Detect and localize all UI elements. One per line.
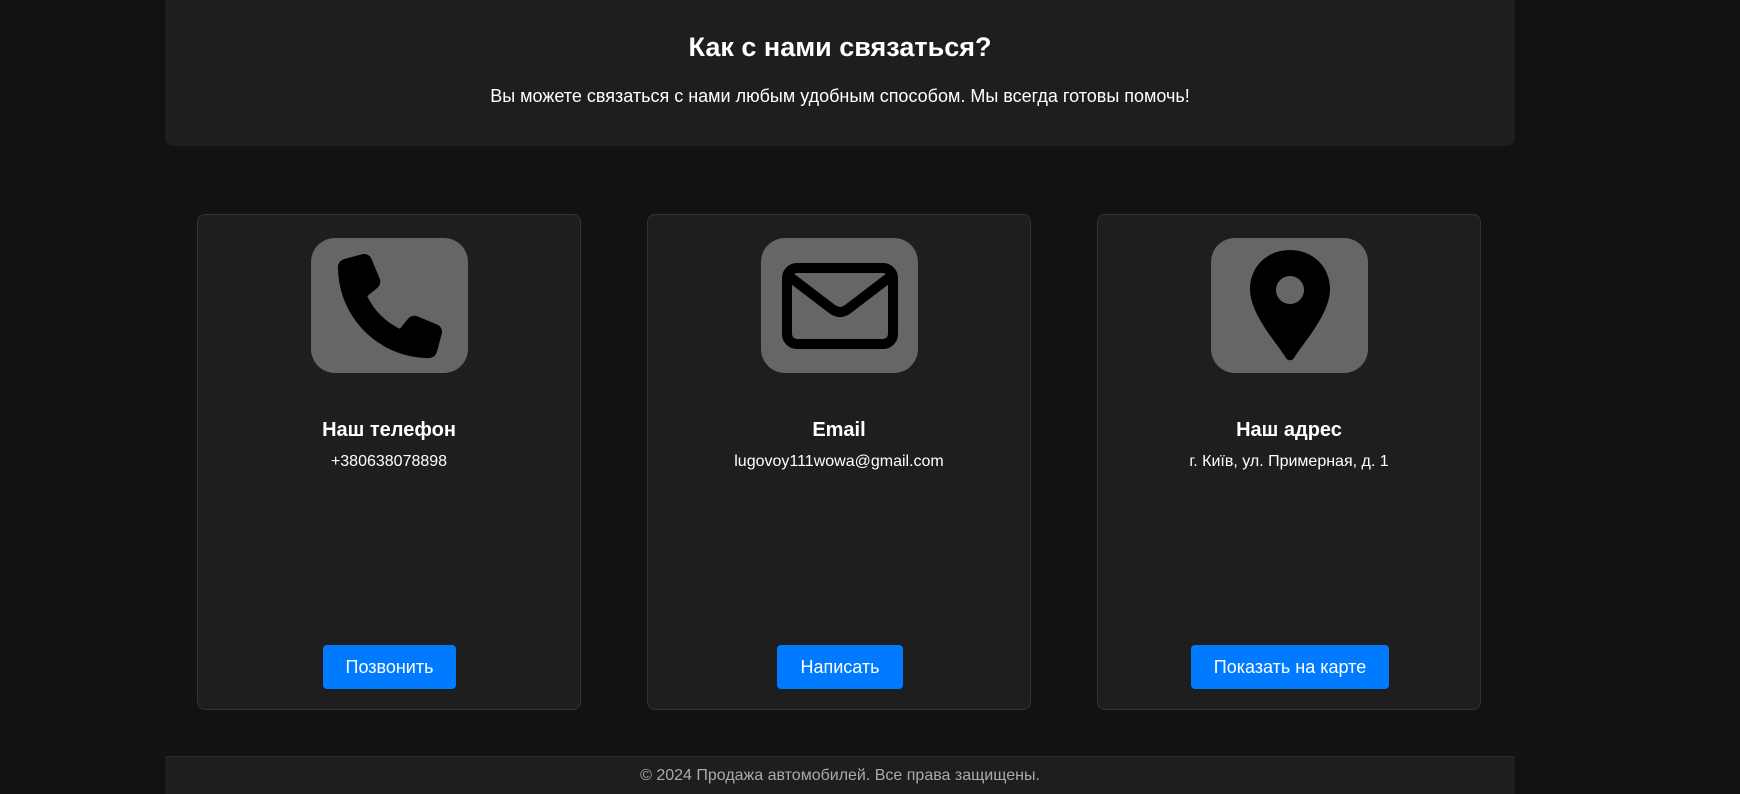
phone-icon-tile bbox=[311, 238, 468, 373]
email-card: Email lugovoy111wowa@gmail.com Написать bbox=[647, 214, 1031, 710]
show-on-map-button[interactable]: Показать на карте bbox=[1191, 645, 1389, 689]
page-container: Как с нами связаться? Вы можете связатьс… bbox=[165, 0, 1515, 794]
map-pin-icon bbox=[1249, 249, 1330, 360]
phone-card-title: Наш телефон bbox=[322, 419, 456, 441]
email-address: lugovoy111wowa@gmail.com bbox=[734, 453, 944, 470]
contact-header: Как с нами связаться? Вы можете связатьс… bbox=[165, 0, 1515, 146]
call-button[interactable]: Позвонить bbox=[323, 645, 456, 689]
phone-icon bbox=[337, 253, 442, 358]
address-icon-tile bbox=[1211, 238, 1368, 373]
envelope-icon bbox=[781, 262, 898, 349]
address-card-title: Наш адрес bbox=[1236, 419, 1342, 441]
phone-card: Наш телефон +380638078898 Позвонить bbox=[197, 214, 581, 710]
page-title: Как с нами связаться? bbox=[688, 32, 992, 62]
page-subtitle: Вы можете связаться с нами любым удобным… bbox=[490, 86, 1190, 106]
street-address: г. Київ, ул. Примерная, д. 1 bbox=[1189, 453, 1389, 470]
address-card: Наш адрес г. Київ, ул. Примерная, д. 1 П… bbox=[1097, 214, 1481, 710]
email-icon-tile bbox=[761, 238, 918, 373]
email-card-title: Email bbox=[812, 419, 866, 441]
write-email-button[interactable]: Написать bbox=[777, 645, 903, 689]
footer: © 2024 Продажа автомобилей. Все права за… bbox=[165, 756, 1515, 794]
phone-number: +380638078898 bbox=[330, 453, 448, 470]
copyright-text: © 2024 Продажа автомобилей. Все права за… bbox=[640, 767, 1040, 784]
